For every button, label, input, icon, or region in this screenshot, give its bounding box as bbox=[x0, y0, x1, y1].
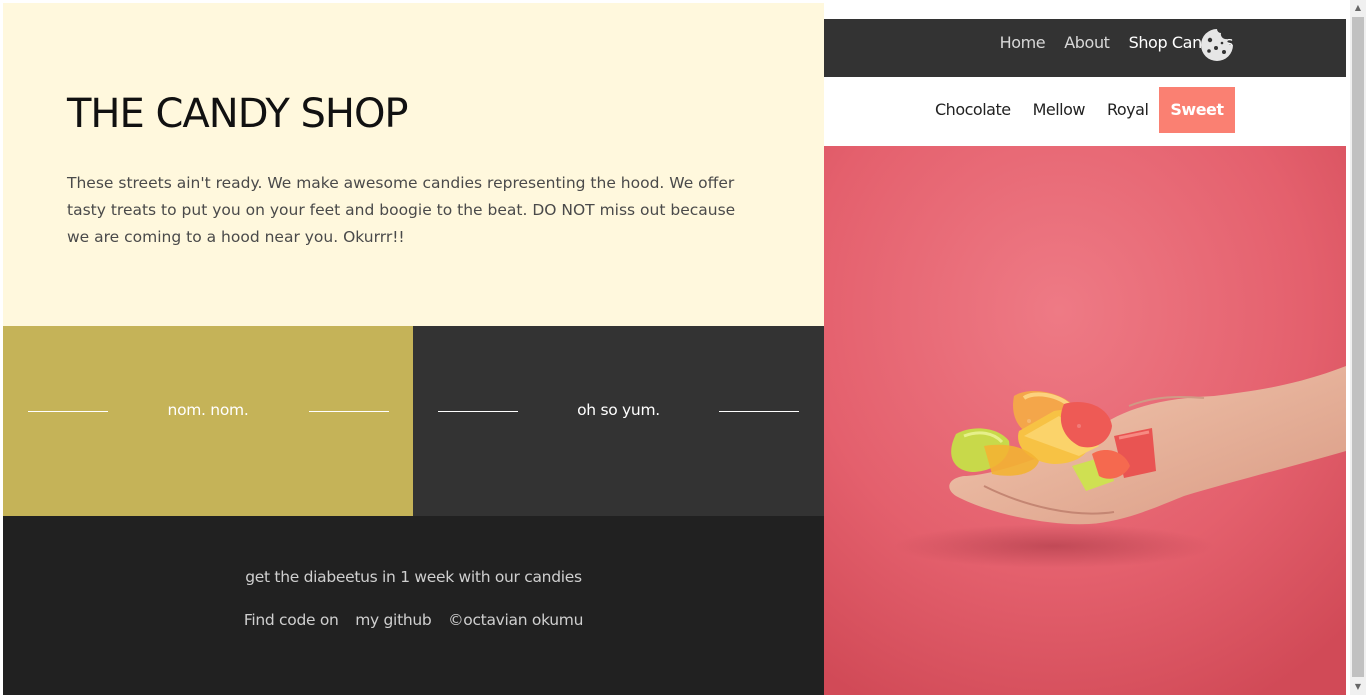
page-title: THE CANDY SHOP bbox=[67, 91, 409, 137]
category-bar: Chocolate Mellow Royal Sweet bbox=[824, 77, 1346, 146]
tab-sweet[interactable]: Sweet bbox=[1159, 87, 1235, 133]
scrollbar-thumb[interactable] bbox=[1352, 17, 1364, 677]
right-panel: Home About Shop Candies Chocolate Mellow… bbox=[824, 0, 1346, 695]
scroll-down-arrow-icon[interactable]: ▼ bbox=[1350, 679, 1366, 695]
hand-with-candies-image bbox=[824, 146, 1346, 695]
tab-chocolate[interactable]: Chocolate bbox=[924, 87, 1022, 133]
nav-home[interactable]: Home bbox=[1000, 33, 1046, 52]
hero-section: THE CANDY SHOP These streets ain't ready… bbox=[3, 3, 824, 326]
tile-oh-so-yum: oh so yum. bbox=[413, 326, 824, 516]
cookie-icon[interactable] bbox=[1200, 28, 1234, 62]
candy-photo bbox=[824, 146, 1346, 695]
divider-line bbox=[719, 411, 799, 412]
category-tabs: Chocolate Mellow Royal Sweet bbox=[924, 87, 1235, 133]
tile-nom-nom: nom. nom. bbox=[3, 326, 413, 516]
divider-line bbox=[309, 411, 389, 412]
main-nav: Home About Shop Candies bbox=[1000, 33, 1234, 52]
hero-description: These streets ain't ready. We make aweso… bbox=[67, 174, 736, 246]
github-link[interactable]: my github bbox=[355, 611, 432, 629]
left-panel: THE CANDY SHOP These streets ain't ready… bbox=[3, 3, 824, 695]
tile-label: nom. nom. bbox=[167, 401, 249, 419]
footer-tagline: get the diabeetus in 1 week with our can… bbox=[245, 568, 582, 586]
copyright-text: ©octavian okumu bbox=[448, 611, 584, 629]
scroll-up-arrow-icon[interactable]: ▲ bbox=[1350, 0, 1366, 16]
tab-royal[interactable]: Royal bbox=[1096, 87, 1159, 133]
tile-label: oh so yum. bbox=[577, 401, 660, 419]
find-code-text: Find code on bbox=[243, 611, 339, 629]
footer: get the diabeetus in 1 week with our can… bbox=[3, 516, 824, 695]
nav-about[interactable]: About bbox=[1064, 33, 1110, 52]
tab-mellow[interactable]: Mellow bbox=[1022, 87, 1096, 133]
top-navbar: Home About Shop Candies bbox=[824, 19, 1346, 77]
vertical-scrollbar[interactable]: ▲ ▼ bbox=[1350, 0, 1366, 695]
footer-links: Find code on my github ©octavian okumu bbox=[3, 611, 824, 629]
